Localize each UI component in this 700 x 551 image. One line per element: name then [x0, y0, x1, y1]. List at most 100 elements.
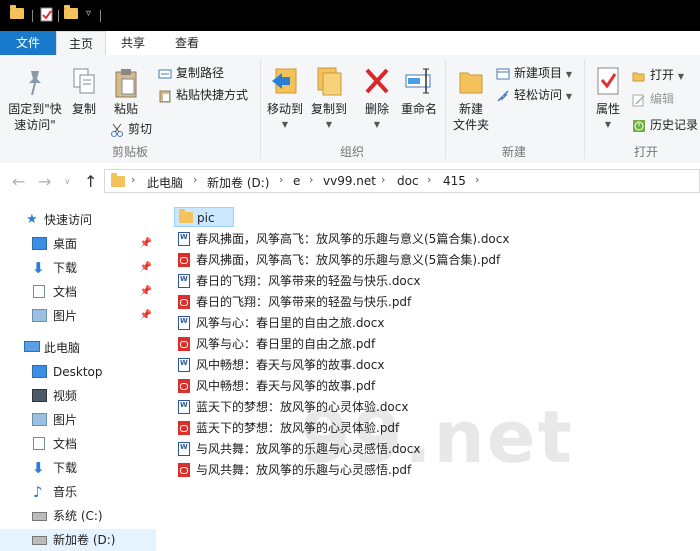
- nav-this-pc[interactable]: 此电脑: [0, 337, 156, 359]
- breadcrumb-separator[interactable]: ›: [279, 173, 283, 186]
- pin-icon[interactable]: 📌: [140, 257, 152, 279]
- nav-pc-pictures-label: 图片: [53, 413, 78, 427]
- file-name: 风中畅想：春天与风筝的故事.docx: [196, 358, 385, 372]
- properties-button[interactable]: 属性 ▼: [590, 65, 626, 133]
- word-document-icon: [178, 358, 190, 372]
- nav-pc-drive-c[interactable]: 系统 (C:): [0, 505, 156, 527]
- tab-home[interactable]: 主页: [56, 31, 106, 56]
- pin-icon[interactable]: 📌: [140, 281, 152, 303]
- download-arrow-icon: ⬇: [32, 459, 45, 477]
- recent-locations-chevron-icon[interactable]: ∨: [64, 177, 71, 187]
- paste-label: 粘贴: [113, 102, 138, 116]
- file-name: 春风拂面，风筝高飞：放风筝的乐趣与意义(5篇合集).pdf: [196, 253, 501, 267]
- nav-pc-drive-d-label: 新加卷 (D:): [53, 533, 116, 547]
- copy-to-dropdown-icon: ▼: [325, 120, 333, 129]
- open-button[interactable]: 打开 ▼: [632, 65, 684, 85]
- pin-label-1: 固定到"快: [8, 102, 62, 116]
- breadcrumb-separator[interactable]: ›: [131, 173, 135, 186]
- pin-icon[interactable]: 📌: [140, 233, 152, 255]
- easy-access-label: 轻松访问: [514, 88, 563, 102]
- nav-quick-access[interactable]: ★ 快速访问: [0, 209, 156, 231]
- desktop-icon: [32, 237, 47, 250]
- delete-icon: [358, 65, 396, 101]
- new-group-label: 新建: [501, 145, 526, 159]
- paste-shortcut-label: 粘贴快捷方式: [176, 88, 249, 102]
- pin-icon: [4, 67, 66, 101]
- edit-button[interactable]: 编辑: [632, 89, 674, 109]
- new-folder-button[interactable]: 新建 文件夹: [450, 65, 492, 133]
- paste-button[interactable]: 粘贴: [106, 67, 146, 117]
- nav-pc-music[interactable]: ♪ 音乐: [0, 481, 156, 503]
- new-folder-label-2: 文件夹: [452, 118, 489, 132]
- breadcrumb-separator[interactable]: ›: [381, 173, 385, 186]
- nav-pc-drive-d[interactable]: 新加卷 (D:): [0, 529, 156, 551]
- separator: [32, 10, 33, 22]
- cut-button[interactable]: 剪切: [110, 119, 152, 139]
- paste-shortcut-button[interactable]: 粘贴快捷方式: [158, 85, 248, 105]
- nav-pc-downloads[interactable]: ⬇ 下载: [0, 457, 156, 479]
- breadcrumb-separator[interactable]: ›: [193, 173, 197, 186]
- nav-pc-pictures[interactable]: 图片: [0, 409, 156, 431]
- easy-access-dropdown-icon: ▼: [565, 92, 572, 101]
- folder-icon: [179, 209, 193, 223]
- breadcrumb-separator[interactable]: ›: [427, 173, 431, 186]
- drive-icon: [32, 512, 47, 521]
- history-button[interactable]: 历史记录: [632, 115, 698, 135]
- pictures-icon: [32, 309, 47, 322]
- history-icon: [632, 119, 646, 133]
- breadcrumb-doc[interactable]: doc: [397, 174, 419, 188]
- pictures-icon: [32, 413, 47, 426]
- copy-to-button[interactable]: 复制到 ▼: [308, 65, 350, 133]
- pdf-document-icon: [178, 253, 190, 267]
- nav-pc-downloads-label: 下载: [53, 461, 78, 475]
- folder-icon[interactable]: [10, 5, 24, 19]
- paste-shortcut-icon: [158, 89, 172, 103]
- copy-button[interactable]: 复制: [66, 67, 102, 117]
- address-row: ← → ∨ ↑ › 此电脑 › 新加卷 (D:) › e › vv99.net …: [0, 163, 700, 200]
- breadcrumb-415[interactable]: 415: [443, 174, 466, 188]
- breadcrumb-separator[interactable]: ›: [309, 173, 313, 186]
- nav-pc-desktop[interactable]: Desktop: [0, 361, 156, 383]
- easy-access-button[interactable]: 轻松访问 ▼: [496, 85, 572, 105]
- back-arrow-icon[interactable]: ←: [12, 172, 25, 191]
- rename-button[interactable]: 重命名: [398, 65, 440, 117]
- folder-row-pic[interactable]: pic: [174, 207, 234, 227]
- forward-arrow-icon[interactable]: →: [38, 172, 51, 191]
- tab-file[interactable]: 文件: [0, 31, 56, 55]
- nav-downloads[interactable]: ⬇ 下载 📌: [0, 257, 156, 279]
- breadcrumb-vv99[interactable]: vv99.net: [323, 174, 376, 188]
- customize-dropdown-icon[interactable]: ▿: [86, 8, 91, 19]
- documents-icon: [33, 285, 45, 298]
- copy-icon: [66, 67, 102, 101]
- nav-desktop[interactable]: 桌面 📌: [0, 233, 156, 255]
- pin-to-quick-access-button[interactable]: 固定到"快 速访问": [4, 67, 66, 133]
- nav-desktop-label: 桌面: [53, 237, 78, 251]
- word-document-icon: [178, 274, 190, 288]
- copy-path-button[interactable]: 复制路径: [158, 63, 224, 83]
- group-separator: [260, 59, 261, 159]
- delete-button[interactable]: 删除 ▼: [358, 65, 396, 133]
- breadcrumb-e[interactable]: e: [293, 174, 300, 188]
- breadcrumb-this-pc[interactable]: 此电脑: [147, 174, 183, 191]
- tab-share[interactable]: 共享: [108, 31, 158, 55]
- pdf-document-icon: [178, 421, 190, 435]
- pin-icon[interactable]: 📌: [140, 305, 152, 327]
- folder-icon: [111, 173, 125, 187]
- up-arrow-icon[interactable]: ↑: [84, 172, 97, 191]
- nav-pictures[interactable]: 图片 📌: [0, 305, 156, 327]
- breadcrumb-drive-d[interactable]: 新加卷 (D:): [207, 174, 269, 191]
- nav-pc-documents[interactable]: 文档: [0, 433, 156, 455]
- tab-view[interactable]: 查看: [162, 31, 212, 55]
- properties-icon[interactable]: [40, 7, 54, 25]
- title-bar: ▿: [0, 0, 700, 31]
- delete-dropdown-icon: ▼: [373, 120, 381, 129]
- new-item-button[interactable]: 新建项目 ▼: [496, 63, 572, 83]
- nav-documents[interactable]: 文档 📌: [0, 281, 156, 303]
- breadcrumb-separator[interactable]: ›: [475, 173, 479, 186]
- move-to-button[interactable]: 移动到 ▼: [264, 65, 306, 133]
- scissors-icon: [110, 123, 124, 137]
- nav-pc-videos[interactable]: 视频: [0, 385, 156, 407]
- pdf-document-icon: [178, 295, 190, 309]
- new-folder-icon[interactable]: [64, 5, 78, 19]
- address-bar[interactable]: › 此电脑 › 新加卷 (D:) › e › vv99.net › doc › …: [104, 169, 700, 193]
